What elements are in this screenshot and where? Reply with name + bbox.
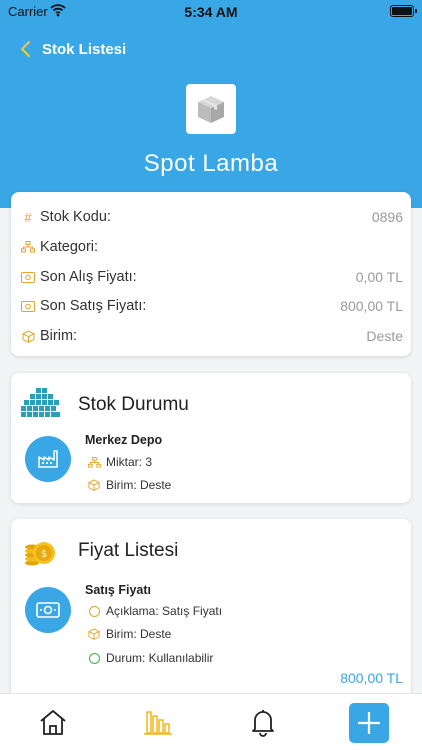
- price-list-title: Fiyat Listesi: [78, 540, 179, 561]
- stock-unit: Birim: Deste: [87, 478, 171, 492]
- info-value: 800,00 TL: [340, 298, 403, 314]
- info-value: 0896: [371, 209, 403, 225]
- price-amount: 800,00 TL: [340, 670, 403, 686]
- info-label: Birim:: [40, 328, 78, 344]
- box-icon: [87, 628, 101, 640]
- money-icon: [20, 299, 36, 313]
- stock-blocks-icon: [21, 388, 60, 417]
- price-unit-text: Birim: Deste: [106, 627, 172, 641]
- info-label: Kategori:: [40, 239, 99, 255]
- product-info-card: # Stok Kodu: 0896 Kategori: Son Alış Fiy…: [11, 192, 411, 356]
- tab-add[interactable]: [349, 703, 389, 743]
- svg-text:$: $: [41, 549, 47, 560]
- factory-icon: [38, 450, 58, 468]
- product-name: Spot Lamba: [143, 150, 279, 177]
- price-list-card: $ Fiyat Listesi Satış Fiyatı Açıklama: S…: [11, 519, 411, 699]
- stock-quantity-text: Miktar: 3: [106, 455, 153, 469]
- status-time: 5:34 AM: [184, 4, 238, 20]
- price-status: Durum: Kullanılabilir: [87, 651, 213, 665]
- info-row-last-sale-price: Son Satış Fiyatı: 800,00 TL: [20, 296, 403, 316]
- battery-icon: [390, 5, 417, 17]
- category-icon: [20, 240, 36, 254]
- price-avatar: [25, 587, 71, 633]
- money-icon: [36, 602, 60, 618]
- info-row-category: Kategori:: [20, 237, 403, 257]
- info-label: Son Alış Fiyatı:: [40, 269, 137, 285]
- circle-outline-icon: [87, 605, 101, 617]
- price-unit: Birim: Deste: [87, 627, 171, 641]
- stock-unit-text: Birim: Deste: [106, 478, 172, 492]
- tab-bar: [0, 693, 422, 750]
- box-icon: [87, 479, 101, 491]
- price-status-text: Durum: Kullanılabilir: [106, 651, 214, 665]
- price-item-title: Satış Fiyatı: [85, 583, 151, 597]
- plus-icon: [358, 712, 380, 734]
- warehouse-name: Merkez Depo: [85, 433, 163, 447]
- bell-icon: [252, 710, 274, 737]
- info-label: Stok Kodu:: [40, 209, 111, 225]
- home-icon: [40, 710, 66, 735]
- status-bar: Carrier 5:34 AM: [0, 0, 422, 24]
- price-description: Açıklama: Satış Fiyatı: [87, 604, 222, 618]
- tab-home[interactable]: [37, 706, 69, 738]
- info-value: Deste: [366, 328, 403, 344]
- chevron-left-icon: [21, 41, 30, 57]
- box-icon: [198, 96, 224, 123]
- bar-chart-icon: [144, 711, 172, 735]
- box-icon: [20, 329, 36, 343]
- warehouse-avatar: [25, 436, 71, 482]
- category-icon: [87, 456, 101, 468]
- info-row-stock-code: # Stok Kodu: 0896: [20, 207, 403, 227]
- status-circle-icon: [87, 652, 101, 664]
- money-icon: [20, 270, 36, 284]
- coins-icon: $: [25, 542, 55, 566]
- tab-reports[interactable]: [142, 706, 174, 738]
- price-description-text: Açıklama: Satış Fiyatı: [106, 604, 223, 618]
- back-button-label: Stok Listesi: [42, 40, 127, 58]
- stock-status-card: Stok Durumu Merkez Depo Miktar: 3 Birim:…: [11, 373, 411, 503]
- back-button[interactable]: Stok Listesi: [18, 38, 126, 60]
- hash-icon: #: [24, 209, 32, 225]
- tab-notifications[interactable]: [247, 706, 279, 738]
- info-row-unit: Birim: Deste: [20, 326, 403, 346]
- stock-status-title: Stok Durumu: [78, 394, 189, 415]
- info-label: Son Satış Fiyatı:: [40, 298, 147, 314]
- stock-quantity: Miktar: 3: [87, 455, 152, 469]
- info-row-last-purchase-price: Son Alış Fiyatı: 0,00 TL: [20, 267, 403, 287]
- info-value: 0,00 TL: [355, 269, 403, 285]
- product-image: [186, 84, 236, 134]
